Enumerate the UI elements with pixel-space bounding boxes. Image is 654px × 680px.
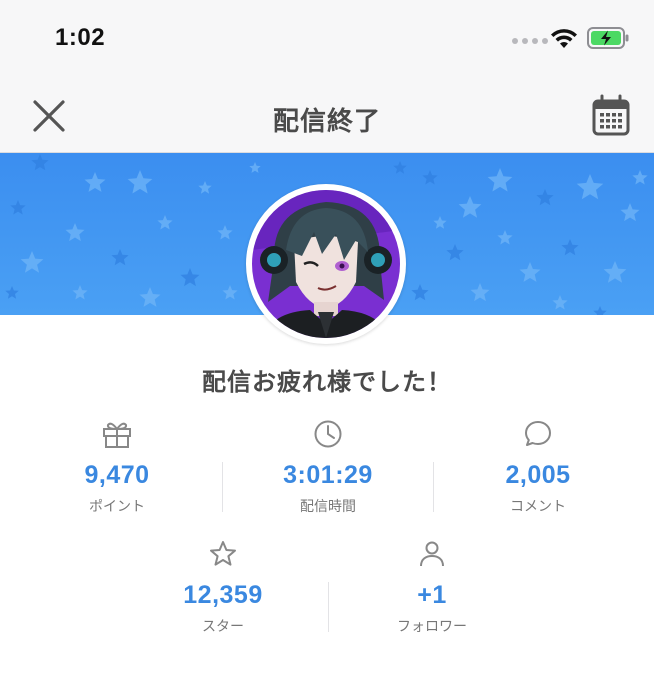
- nav-bar: 配信終了: [0, 80, 654, 153]
- banner-star-shape: [632, 170, 648, 185]
- banner-star-shape: [620, 203, 640, 222]
- banner-star-shape: [576, 174, 604, 200]
- stat-duration: 3:01:29 配信時間: [258, 419, 398, 516]
- banner-star-shape: [497, 230, 513, 245]
- duration-value: 3:01:29: [283, 461, 373, 489]
- battery-charging-icon: [587, 27, 629, 49]
- comment-icon: [525, 421, 551, 446]
- star-icon: [210, 541, 236, 566]
- banner-star-shape: [411, 284, 429, 301]
- followers-value: +1: [417, 581, 447, 609]
- banner-star-shape: [20, 251, 44, 273]
- points-label: ポイント: [89, 498, 145, 514]
- avatar-image: [252, 190, 400, 338]
- stat-stars: 12,359 スター: [163, 539, 283, 636]
- banner-star-shape: [433, 216, 447, 229]
- banner-star-shape: [552, 295, 568, 310]
- stars-value: 12,359: [183, 581, 263, 609]
- thanks-message: 配信お疲れ様でした！: [202, 369, 452, 396]
- stat-followers: +1 フォロワー: [372, 539, 492, 636]
- cellular-signal-icon: [512, 38, 548, 44]
- divider: [222, 462, 223, 512]
- banner-star-shape: [470, 283, 490, 302]
- banner-star-shape: [31, 154, 49, 171]
- banner-star-shape: [198, 181, 212, 194]
- banner-star-shape: [561, 239, 579, 256]
- banner-star-shape: [536, 189, 554, 206]
- divider: [328, 582, 329, 632]
- banner-star-shape: [249, 162, 261, 173]
- calendar-icon: [592, 94, 630, 136]
- stars-label: スター: [202, 618, 244, 634]
- person-icon: [420, 541, 444, 567]
- points-value: 9,470: [84, 461, 150, 489]
- banner-star-shape: [10, 200, 26, 215]
- banner-star-shape: [65, 223, 85, 242]
- banner-star-shape: [603, 261, 627, 283]
- gift-icon: [103, 422, 131, 448]
- banner-star-shape: [458, 196, 482, 218]
- calendar-button[interactable]: [590, 94, 632, 138]
- comments-value: 2,005: [505, 461, 571, 489]
- wifi-icon: [551, 29, 577, 48]
- banner-star-shape: [487, 168, 513, 192]
- banner-star-shape: [157, 215, 173, 230]
- status-bar: 1:02: [0, 0, 654, 80]
- banner-star-shape: [127, 170, 153, 194]
- banner-star-shape: [217, 225, 233, 240]
- banner-star-shape: [422, 170, 438, 185]
- banner-star-shape: [180, 268, 200, 287]
- banner-star-shape: [222, 285, 238, 300]
- avatar: [246, 184, 406, 344]
- stat-points: 9,470 ポイント: [57, 419, 177, 516]
- divider: [433, 462, 434, 512]
- status-time: 1:02: [55, 24, 106, 51]
- banner-star-shape: [519, 262, 541, 282]
- banner-star-shape: [5, 286, 19, 299]
- banner-star-shape: [593, 306, 607, 315]
- banner-star-shape: [72, 285, 88, 300]
- clock-icon: [314, 420, 342, 448]
- banner-star-shape: [393, 161, 407, 174]
- banner-star-shape: [111, 249, 129, 266]
- page-title: 配信終了: [272, 106, 381, 136]
- comments-label: コメント: [510, 498, 566, 514]
- banner-star-shape: [446, 244, 464, 261]
- duration-label: 配信時間: [300, 498, 356, 514]
- stat-comments: 2,005 コメント: [478, 419, 598, 516]
- banner-star-shape: [84, 172, 106, 192]
- banner-star-shape: [139, 287, 161, 307]
- followers-label: フォロワー: [397, 618, 467, 634]
